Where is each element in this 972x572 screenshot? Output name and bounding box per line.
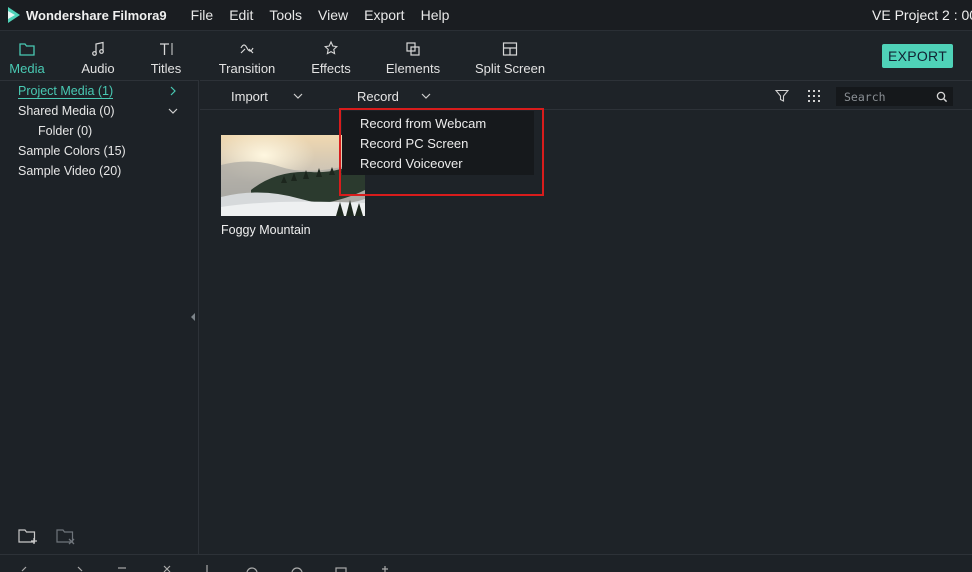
sidebar-item-shared-media[interactable]: Shared Media (0) bbox=[18, 104, 115, 118]
grid-view-icon[interactable] bbox=[807, 89, 821, 103]
tab-titles-label: Titles bbox=[150, 61, 182, 76]
collapse-panel-icon[interactable] bbox=[190, 312, 196, 322]
tab-elements[interactable]: Elements bbox=[383, 31, 443, 80]
chevron-down-icon bbox=[293, 93, 303, 99]
record-label: Record bbox=[357, 88, 399, 104]
sidebar-item-sample-colors[interactable]: Sample Colors (15) bbox=[18, 144, 126, 158]
tab-transition[interactable]: Transition bbox=[214, 31, 280, 80]
transition-icon bbox=[240, 44, 254, 54]
import-label: Import bbox=[231, 88, 268, 104]
redo-icon[interactable] bbox=[70, 565, 84, 572]
menu-tools[interactable]: Tools bbox=[269, 7, 302, 23]
project-title: VE Project 2 : 00 bbox=[872, 7, 972, 23]
sidebar-item-folder[interactable]: Folder (0) bbox=[38, 124, 92, 138]
folder-icon bbox=[19, 43, 35, 56]
text-title-icon bbox=[160, 43, 173, 55]
crop-icon[interactable] bbox=[200, 565, 214, 572]
media-library-panel: Project Media (1) Shared Media (0) Folde… bbox=[0, 80, 199, 554]
filmora-window: Wondershare Filmora9 File Edit Tools Vie… bbox=[0, 0, 972, 572]
highlight-annotation bbox=[339, 108, 544, 196]
tab-split-screen[interactable]: Split Screen bbox=[472, 31, 548, 80]
filmora-logo-icon bbox=[8, 7, 20, 23]
tab-audio[interactable]: Audio bbox=[78, 31, 118, 80]
music-note-icon bbox=[92, 41, 104, 56]
menu-edit[interactable]: Edit bbox=[229, 7, 253, 23]
delete-icon[interactable] bbox=[115, 565, 129, 572]
search-input[interactable] bbox=[837, 88, 933, 105]
record-dropdown[interactable]: Record bbox=[357, 81, 431, 111]
title-bar: Wondershare Filmora9 File Edit Tools Vie… bbox=[0, 0, 972, 31]
chevron-down-icon bbox=[421, 93, 431, 99]
delete-folder-icon[interactable] bbox=[55, 526, 77, 546]
chevron-right-icon[interactable] bbox=[168, 86, 178, 96]
green-screen-icon[interactable] bbox=[334, 565, 348, 572]
audio-mixer-icon[interactable] bbox=[378, 565, 392, 572]
color-icon[interactable] bbox=[290, 565, 304, 572]
panel-divider bbox=[0, 80, 199, 81]
sidebar-item-label: Sample Video (20) bbox=[18, 164, 122, 178]
menu-export[interactable]: Export bbox=[364, 7, 404, 23]
media-item-name: Foggy Mountain bbox=[221, 223, 311, 237]
timeline-toolbar bbox=[0, 554, 972, 572]
search-icon[interactable] bbox=[936, 91, 948, 103]
tab-audio-label: Audio bbox=[81, 61, 115, 76]
menu-help[interactable]: Help bbox=[421, 7, 450, 23]
tab-effects-label: Effects bbox=[311, 61, 351, 76]
import-dropdown[interactable]: Import bbox=[231, 81, 303, 111]
sidebar-item-label: Project Media (1) bbox=[18, 84, 114, 99]
chevron-down-icon[interactable] bbox=[168, 106, 178, 116]
tab-effects[interactable]: Effects bbox=[306, 31, 356, 80]
cut-icon[interactable] bbox=[160, 565, 174, 572]
tab-media-label: Media bbox=[9, 61, 45, 76]
elements-icon bbox=[406, 42, 420, 56]
undo-icon[interactable] bbox=[20, 565, 34, 572]
filter-icon[interactable] bbox=[775, 89, 789, 103]
media-area: Import Record Search Foggy Mountain bbox=[200, 80, 972, 554]
app-name: Wondershare Filmora9 bbox=[26, 7, 167, 23]
tab-split-screen-label: Split Screen bbox=[474, 61, 546, 76]
tab-elements-label: Elements bbox=[385, 61, 441, 76]
tab-titles[interactable]: Titles bbox=[146, 31, 186, 80]
main-toolbar: Media Audio Titles Transition Effects El… bbox=[0, 31, 972, 82]
effects-icon bbox=[323, 40, 339, 55]
speed-icon[interactable] bbox=[245, 565, 259, 572]
menu-file[interactable]: File bbox=[191, 7, 214, 23]
tab-media[interactable]: Media bbox=[6, 31, 48, 82]
search-box bbox=[836, 87, 953, 106]
sidebar-item-sample-video[interactable]: Sample Video (20) bbox=[18, 164, 121, 178]
tab-transition-label: Transition bbox=[218, 61, 276, 76]
new-folder-icon[interactable] bbox=[17, 526, 39, 546]
export-button[interactable]: EXPORT bbox=[882, 44, 953, 68]
media-subbar: Import Record bbox=[200, 80, 972, 110]
sidebar-item-project-media[interactable]: Project Media (1) bbox=[18, 84, 114, 99]
sidebar-item-label: Shared Media (0) bbox=[18, 104, 115, 118]
sidebar-item-label: Sample Colors (15) bbox=[18, 144, 126, 158]
split-screen-icon bbox=[502, 42, 518, 56]
sidebar-item-label: Folder (0) bbox=[38, 124, 93, 138]
menu-view[interactable]: View bbox=[318, 7, 348, 23]
